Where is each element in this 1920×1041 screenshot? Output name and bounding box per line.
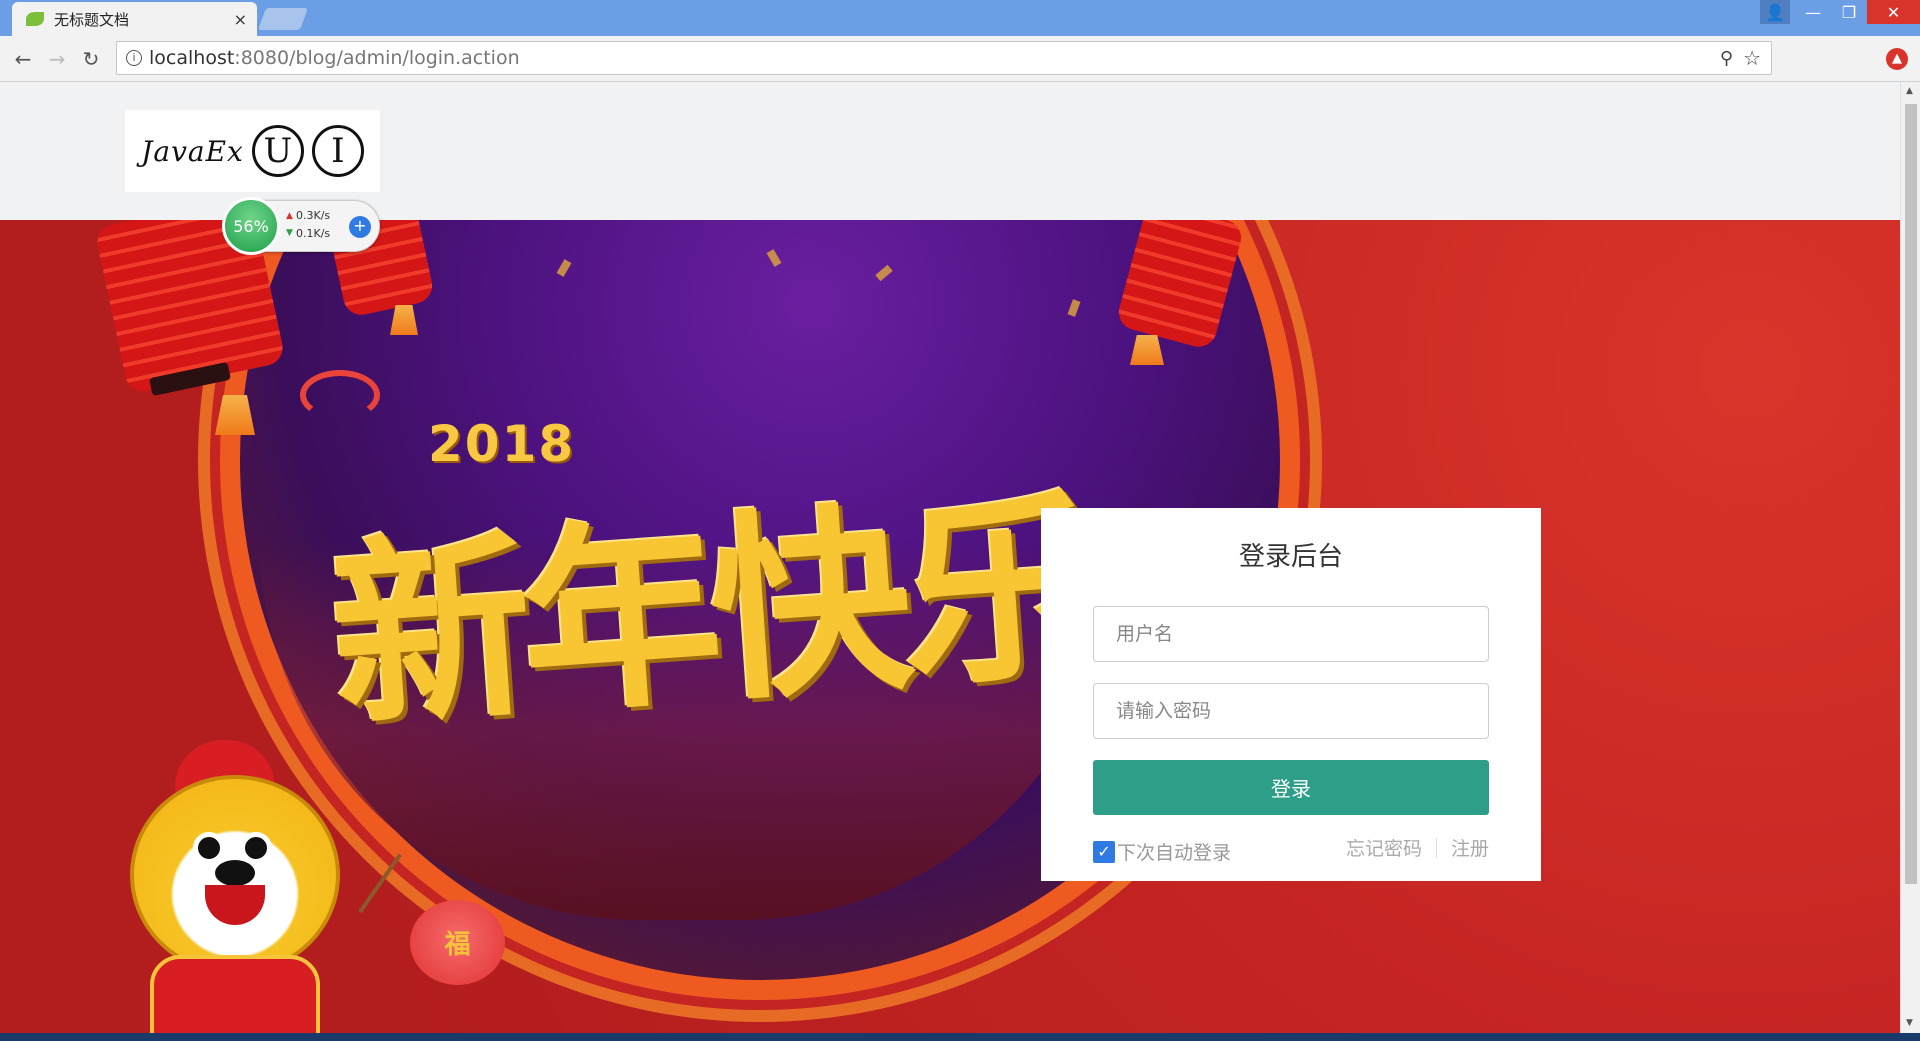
forgot-password-link[interactable]: 忘记密码 — [1346, 834, 1422, 861]
upload-speed: 0.3K/s — [296, 209, 331, 222]
auspicious-cloud-icon — [300, 370, 380, 420]
vertical-scrollbar[interactable]: ▲ ▼ — [1900, 82, 1920, 1033]
remember-checkbox[interactable]: ✓ — [1093, 840, 1115, 863]
login-panel: 登录后台 登录 ✓ 下次自动登录 忘记密码 注册 — [1041, 508, 1541, 881]
login-button[interactable]: 登录 — [1093, 760, 1489, 815]
dog-nose — [215, 860, 255, 886]
restore-button[interactable]: ❐ — [1831, 0, 1867, 24]
dog-eye — [240, 832, 272, 864]
user-profile-icon[interactable]: 👤 — [1760, 0, 1790, 24]
bookmark-star-icon[interactable]: ☆ — [1743, 46, 1761, 70]
tab-title: 无标题文档 — [54, 10, 130, 29]
browser-toolbar: ← → ↻ i localhost:8080/blog/admin/login.… — [0, 36, 1920, 82]
minimize-button[interactable]: — — [1795, 0, 1831, 24]
login-links: 忘记密码 注册 — [1346, 834, 1489, 861]
dog-eye — [193, 832, 225, 864]
address-bar[interactable]: i localhost:8080/blog/admin/login.action… — [116, 41, 1772, 75]
remember-me[interactable]: ✓ 下次自动登录 — [1093, 838, 1231, 865]
logo-text: JavaEx — [141, 134, 244, 168]
back-button[interactable]: ← — [10, 46, 36, 72]
network-speed-widget[interactable]: 56% ▲ 0.3K/s ▼ 0.1K/s + — [222, 197, 380, 255]
register-link[interactable]: 注册 — [1451, 834, 1489, 861]
browser-titlebar: 无标题文档 × 👤 — ❐ ✕ — [0, 0, 1920, 36]
logo-circle-u: U — [251, 125, 304, 177]
info-icon[interactable]: i — [126, 50, 142, 66]
new-year-banner: 2018 新年快乐 福 — [0, 220, 1900, 1033]
scroll-up-icon[interactable]: ▲ — [1906, 86, 1913, 96]
leaf-favicon-icon — [26, 12, 44, 26]
scroll-thumb[interactable] — [1905, 104, 1917, 884]
banner-greeting: 新年快乐 — [323, 468, 1099, 757]
url-host: localhost — [149, 47, 235, 69]
memory-usage-circle[interactable]: 56% — [222, 197, 280, 255]
tab-close-icon[interactable]: × — [234, 10, 247, 29]
remember-label: 下次自动登录 — [1117, 842, 1232, 864]
download-arrow-icon: ▼ — [286, 228, 293, 238]
download-speed: 0.1K/s — [296, 227, 331, 240]
zoom-icon[interactable]: ⚲ — [1720, 48, 1733, 69]
dog-mascot-body — [150, 955, 320, 1033]
logo-circle-i: I — [311, 125, 364, 177]
plus-icon[interactable]: + — [349, 216, 371, 238]
forward-button[interactable]: → — [44, 46, 70, 72]
extension-icon[interactable]: ▲ — [1886, 48, 1908, 70]
link-divider — [1435, 837, 1437, 858]
reload-button[interactable]: ↻ — [78, 46, 104, 72]
username-input[interactable] — [1093, 606, 1489, 662]
browser-tab[interactable]: 无标题文档 × — [12, 2, 257, 36]
os-taskbar — [0, 1033, 1920, 1041]
scroll-down-icon[interactable]: ▼ — [1906, 1018, 1913, 1028]
page-viewport: JavaEx U I 2018 新年快乐 福 56% ▲ 0.3K/s ▼ 0.… — [0, 82, 1900, 1033]
login-title: 登录后台 — [1238, 542, 1343, 572]
memory-percent: 56% — [233, 216, 269, 236]
fortune-lantern: 福 — [410, 900, 505, 985]
lantern-stick — [358, 853, 402, 914]
close-window-button[interactable]: ✕ — [1867, 0, 1920, 24]
fortune-lantern-char: 福 — [444, 930, 471, 960]
site-logo[interactable]: JavaEx U I — [125, 110, 380, 192]
password-input[interactable] — [1093, 683, 1489, 739]
upload-arrow-icon: ▲ — [286, 211, 293, 221]
new-tab-button[interactable] — [257, 8, 309, 30]
url-path: :8080/blog/admin/login.action — [234, 47, 520, 69]
